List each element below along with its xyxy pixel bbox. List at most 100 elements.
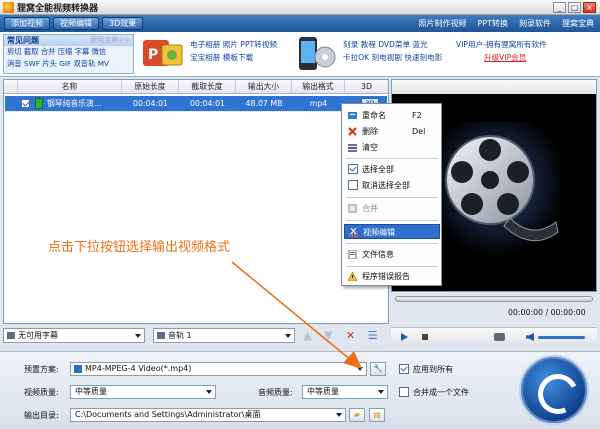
browse-folder-button[interactable]: ▰: [349, 408, 365, 422]
merge-checkbox[interactable]: [399, 387, 409, 397]
faq-header: 常见问题 狸窝宝典>>: [4, 35, 133, 46]
menu-item-rename[interactable]: 重命名 F2: [344, 108, 440, 123]
3d-effect-button[interactable]: 3D效果: [102, 17, 144, 30]
karaoke-burn-link[interactable]: 卡拉OK 刻电视剧 快速刻电影: [343, 51, 442, 64]
settings-wrench-button[interactable]: 🔧: [370, 362, 386, 376]
video-quality-select[interactable]: 中等质量: [70, 385, 216, 399]
photo-album-icon[interactable]: P: [142, 37, 184, 70]
move-down-icon[interactable]: ▼: [322, 329, 335, 342]
faq-links-row[interactable]: 消音 SWF 片头 GIF 双音轨 MV: [4, 58, 133, 70]
dvd-burn-icon[interactable]: [296, 35, 336, 73]
subtitle-value: 无可用字幕: [18, 331, 58, 340]
play-icon[interactable]: [401, 333, 408, 341]
file-name: 钢琴纯音乐演...: [47, 99, 102, 108]
delete-icon: [348, 127, 357, 136]
video-file-icon: [35, 98, 43, 109]
output-dir-value: C:\Documents and Settings\Administrator\…: [75, 410, 261, 419]
audio-quality-select[interactable]: 中等质量: [302, 385, 388, 399]
chevron-down-icon: [135, 334, 141, 338]
header-output-size[interactable]: 输出大小: [236, 80, 292, 94]
menu-item-video-edit[interactable]: 视频编辑: [344, 224, 440, 239]
title-bar: 狸窝全能视频转换器 _ □ ×: [0, 0, 600, 15]
format-icon: [74, 365, 82, 373]
vip-info-link[interactable]: VIP用户-拥有狸窝所有软件: [456, 38, 547, 51]
header-name[interactable]: 名称: [18, 80, 122, 94]
faq-box: 常见问题 狸窝宝典>> 剪切 截取 合并 压缩 字幕 微信 消音 SWF 片头 …: [3, 34, 134, 74]
toolbar: 添加视频 视频编辑 3D效果 照片制作视频 PPT转换 刻录软件 狸窝宝典: [0, 15, 600, 32]
snapshot-icon[interactable]: [494, 333, 505, 341]
chevron-down-icon: [285, 334, 291, 338]
liwo-guide-link[interactable]: 狸窝宝典: [562, 17, 594, 30]
menu-item-label: 选择全部: [362, 165, 394, 174]
faq-title: 常见问题: [7, 36, 39, 45]
menu-separator: [346, 266, 438, 267]
menu-item-error-report[interactable]: 程序错误报告: [344, 269, 440, 284]
maximize-button[interactable]: □: [568, 2, 581, 13]
header-output-format[interactable]: 输出格式: [292, 80, 345, 94]
menu-item-select-all[interactable]: 选择全部: [344, 162, 440, 177]
volume-slider[interactable]: [538, 336, 585, 339]
seek-bar[interactable]: [395, 296, 593, 302]
table-row[interactable]: 钢琴纯音乐演... 00:04:01 00:04:01 48.07 MB mp4…: [5, 96, 387, 111]
warning-icon: [348, 272, 357, 281]
menu-item-clear[interactable]: 清空: [344, 140, 440, 155]
open-folder-button[interactable]: ▤: [369, 408, 385, 422]
menu-item-label: 取消选择全部: [362, 181, 410, 190]
faq-more-link[interactable]: 狸窝宝典>>: [90, 35, 130, 46]
menu-item-label: 清空: [362, 143, 378, 152]
remove-icon[interactable]: ✕: [344, 329, 357, 342]
minimize-button[interactable]: _: [553, 2, 566, 13]
burn-software-link[interactable]: 刻录软件: [519, 17, 551, 30]
baby-album-link[interactable]: 宝宝相册 模板下载: [190, 51, 277, 64]
audio-track-select[interactable]: 音轨 1: [153, 328, 295, 343]
context-menu: 重命名 F2 删除 Del 清空 选择全部 取消选择全部 合并 视频编辑 文件信…: [341, 103, 442, 286]
promo-banner: 常见问题 狸窝宝典>> 剪切 截取 合并 压缩 字幕 微信 消音 SWF 片头 …: [0, 32, 600, 77]
output-dir-input[interactable]: C:\Documents and Settings\Administrator\…: [70, 408, 346, 422]
menu-item-shortcut: F2: [412, 111, 422, 120]
menu-item-delete[interactable]: 删除 Del: [344, 124, 440, 139]
move-up-icon[interactable]: ▲: [301, 329, 314, 342]
apply-all-checkbox[interactable]: [399, 364, 409, 374]
menu-item-deselect-all[interactable]: 取消选择全部: [344, 178, 440, 193]
faq-links-row[interactable]: 剪切 截取 合并 压缩 字幕 微信: [4, 46, 133, 58]
ppt-convert-link[interactable]: PPT转换: [477, 17, 508, 30]
preset-select[interactable]: MP4-MPEG-4 Video(*.mp4): [70, 362, 367, 376]
add-video-button[interactable]: 添加视频: [4, 17, 50, 30]
menu-item-file-info[interactable]: 文件信息: [344, 247, 440, 262]
header-original-length[interactable]: 原始长度: [122, 80, 179, 94]
menu-item-label: 删除: [362, 127, 378, 136]
chevron-down-icon: [206, 390, 212, 394]
close-button[interactable]: ×: [583, 2, 596, 13]
menu-separator: [346, 243, 438, 244]
menu-item-label: 重命名: [362, 111, 386, 120]
film-reel-icon: [432, 122, 560, 257]
header-3d[interactable]: 3D: [345, 80, 388, 94]
stop-icon[interactable]: [422, 334, 428, 340]
merge-icon: [348, 204, 357, 213]
apply-all-label: 应用到所有: [413, 365, 453, 374]
clip-length: 00:04:01: [189, 99, 226, 108]
convert-button[interactable]: [519, 355, 589, 425]
playback-time: 00:00:00 / 00:00:00: [508, 308, 586, 317]
subtitle-select[interactable]: 无可用字幕: [3, 328, 145, 343]
list-clear-icon[interactable]: ☰: [366, 329, 379, 342]
output-size: 48.07 MB: [245, 99, 283, 108]
upgrade-vip-link[interactable]: 升级VIP会员: [456, 51, 547, 64]
photo-album-links: 电子相册 照片 PPT转视频 宝宝相册 模板下载: [190, 38, 277, 64]
output-format: mp4: [309, 99, 328, 108]
burn-tutorial-link[interactable]: 刻录 教程 DVD菜单 蓝光: [343, 38, 442, 51]
video-edit-button[interactable]: 视频编辑: [53, 17, 99, 30]
photo-album-link[interactable]: 电子相册 照片 PPT转视频: [190, 38, 277, 51]
chevron-down-icon[interactable]: [357, 367, 363, 371]
select-all-check-icon: [348, 164, 358, 174]
svg-text:P: P: [148, 47, 158, 63]
volume-icon[interactable]: [526, 333, 534, 341]
photo-video-link[interactable]: 照片制作视频: [418, 17, 466, 30]
row-checkbox[interactable]: [21, 99, 30, 108]
audio-quality-value: 中等质量: [307, 387, 339, 396]
header-clip-length[interactable]: 截取长度: [179, 80, 236, 94]
audio-quality-label: 音频质量:: [258, 388, 293, 397]
deselect-all-check-icon: [348, 180, 358, 190]
chevron-down-icon: [336, 413, 342, 417]
original-length: 00:04:01: [132, 99, 169, 108]
